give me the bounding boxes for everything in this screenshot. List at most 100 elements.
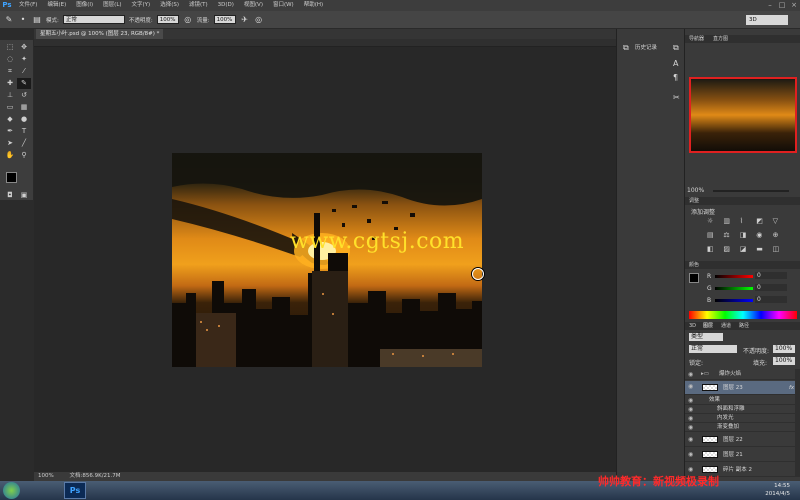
airbrush-icon[interactable]: ✈ — [240, 15, 250, 25]
menu-layer[interactable]: 图层(L) — [98, 0, 126, 11]
dodge-tool-icon[interactable]: ● — [17, 114, 31, 125]
character-panel-icon[interactable]: A — [673, 59, 678, 68]
pressure-opacity-icon[interactable]: ◎ — [183, 15, 193, 25]
r-value[interactable]: 0 — [755, 272, 787, 279]
flow-input[interactable]: 100% — [213, 15, 236, 24]
magic-wand-icon[interactable]: ✦ — [17, 54, 31, 65]
fx-badge[interactable]: fx — [789, 381, 794, 395]
path-select-icon[interactable]: ➤ — [3, 138, 17, 149]
balance-icon[interactable]: ⚖ — [723, 231, 737, 243]
visibility-eye-icon[interactable]: ◉ — [688, 414, 696, 423]
artwork-image[interactable]: www.cgtsj.com — [172, 153, 482, 367]
taskbar-photoshop-button[interactable]: Ps — [64, 482, 86, 499]
posterize-icon[interactable]: ▨ — [723, 245, 737, 257]
brush-tool-preset-icon[interactable]: ✎ — [4, 15, 14, 25]
photo-filter-icon[interactable]: ◉ — [756, 231, 770, 243]
brush-panel-toggle-icon[interactable]: ▤ — [32, 15, 42, 25]
shape-tool-icon[interactable]: ╱ — [17, 138, 31, 149]
curves-icon[interactable]: ⌇ — [740, 217, 754, 229]
tool-presets-icon[interactable]: ✂ — [673, 93, 680, 102]
mode-select[interactable]: 正常 — [62, 15, 125, 24]
menu-type[interactable]: 文字(Y) — [127, 0, 156, 11]
g-slider[interactable] — [715, 287, 753, 290]
layers-scrollbar[interactable] — [795, 369, 800, 477]
marquee-tool-icon[interactable]: ⬚ — [3, 42, 17, 53]
healing-brush-icon[interactable]: ✚ — [3, 78, 17, 89]
lasso-tool-icon[interactable]: ◌ — [3, 54, 17, 65]
r-slider[interactable] — [715, 275, 753, 278]
visibility-eye-icon[interactable]: ◉ — [688, 381, 696, 392]
tab-histogram[interactable]: 直方图 — [713, 35, 728, 43]
menu-file[interactable]: 文件(F) — [14, 0, 42, 11]
tab-color[interactable]: 颜色 — [689, 261, 699, 269]
navigator-zoom[interactable]: 100% — [687, 187, 704, 194]
layer-row[interactable]: ◉ 图层 21 — [685, 448, 800, 462]
effect-row[interactable]: ◉ 斜面和浮雕 — [685, 405, 800, 414]
quick-mask-icon[interactable]: ◘ — [3, 190, 17, 201]
hand-tool-icon[interactable]: ✋ — [3, 150, 17, 161]
blur-tool-icon[interactable]: ◆ — [3, 114, 17, 125]
pressure-size-icon[interactable]: ◎ — [254, 15, 264, 25]
bw-icon[interactable]: ◨ — [740, 231, 754, 243]
tab-channels[interactable]: 通道 — [721, 322, 731, 330]
minimize-button[interactable]: – — [764, 0, 776, 11]
history-icon[interactable]: ⧉ — [623, 43, 629, 53]
zoom-level[interactable]: 100% — [38, 473, 54, 479]
screen-mode-icon[interactable]: ▣ — [17, 190, 31, 201]
b-slider[interactable] — [715, 299, 753, 302]
tab-adjustments[interactable]: 调整 — [689, 197, 699, 205]
effect-row[interactable]: ◉ 内发光 — [685, 414, 800, 423]
history-panel-label[interactable]: 历史记录 — [635, 43, 657, 51]
layer-kind-filter[interactable]: 类型 — [689, 333, 723, 341]
g-value[interactable]: 0 — [755, 284, 787, 291]
zoom-tool-icon[interactable]: ⚲ — [17, 150, 31, 161]
menu-view[interactable]: 视图(V) — [239, 0, 268, 11]
clone-stamp-icon[interactable]: ⊥ — [3, 90, 17, 101]
visibility-eye-icon[interactable]: ◉ — [688, 433, 696, 447]
effects-row[interactable]: ◉ 效果 — [685, 396, 800, 405]
visibility-eye-icon[interactable]: ◉ — [688, 369, 696, 380]
layer-row-selected[interactable]: ◉ 图层 23 fx — [685, 381, 800, 395]
b-value[interactable]: 0 — [755, 296, 787, 303]
navigator-thumbnail[interactable] — [689, 77, 797, 153]
exposure-icon[interactable]: ◩ — [756, 217, 770, 229]
brush-size-picker-icon[interactable]: • — [18, 15, 28, 25]
brush-tool-icon[interactable]: ✎ — [17, 78, 31, 89]
tab-3d[interactable]: 3D — [689, 322, 696, 330]
color-foreground-swatch[interactable] — [689, 273, 699, 283]
history-brush-icon[interactable]: ↺ — [17, 90, 31, 101]
layer-blend-mode-select[interactable]: 正常 — [689, 345, 737, 353]
type-tool-icon[interactable]: T — [17, 126, 31, 137]
threshold-icon[interactable]: ◪ — [740, 245, 754, 257]
menu-image[interactable]: 图像(I) — [71, 0, 98, 11]
tab-layers[interactable]: 图层 — [703, 322, 713, 330]
invert-icon[interactable]: ◧ — [707, 245, 721, 257]
start-button[interactable] — [3, 482, 20, 499]
fill-input[interactable]: 100% — [773, 357, 795, 365]
maximize-button[interactable]: □ — [776, 0, 788, 11]
visibility-eye-icon[interactable]: ◉ — [688, 423, 696, 432]
tab-navigator[interactable]: 导航器 — [689, 35, 704, 43]
visibility-eye-icon[interactable]: ◉ — [688, 396, 696, 405]
opacity-input[interactable]: 100% — [156, 15, 179, 24]
menu-filter[interactable]: 滤镜(T) — [184, 0, 213, 11]
menu-help[interactable]: 帮助(H) — [299, 0, 328, 11]
history-side-icon[interactable]: ⧉ — [673, 43, 679, 53]
visibility-eye-icon[interactable]: ◉ — [688, 448, 696, 462]
menu-3d[interactable]: 3D(D) — [213, 0, 239, 11]
workspace-select[interactable]: 3D — [746, 15, 788, 25]
eyedropper-icon[interactable]: ⁄ — [17, 66, 31, 77]
menu-edit[interactable]: 编辑(E) — [42, 0, 71, 11]
navigator-zoom-slider[interactable] — [713, 190, 789, 192]
tab-paths[interactable]: 路径 — [739, 322, 749, 330]
document-tab[interactable]: 星期五小叶.psd @ 100% (图层 23, RGB/8#) * — [36, 29, 164, 39]
levels-icon[interactable]: ▥ — [723, 217, 737, 229]
close-button[interactable]: × — [788, 0, 800, 11]
paragraph-panel-icon[interactable]: ¶ — [673, 73, 678, 82]
pen-tool-icon[interactable]: ✒ — [3, 126, 17, 137]
layer-row[interactable]: ◉ 图层 22 — [685, 433, 800, 447]
menu-select[interactable]: 选择(S) — [155, 0, 184, 11]
layer-opacity-input[interactable]: 100% — [773, 345, 795, 353]
hue-icon[interactable]: ▤ — [707, 231, 721, 243]
gradient-map-icon[interactable]: ▬ — [756, 245, 770, 257]
